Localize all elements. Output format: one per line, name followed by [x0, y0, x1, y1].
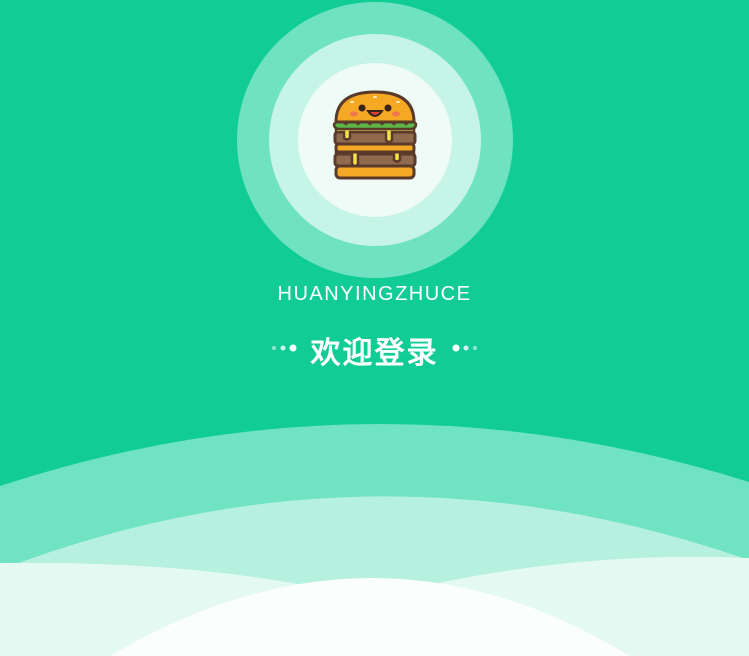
- decorative-waves: [0, 423, 749, 656]
- login-welcome-screen: HUANYINGZHUCE 欢迎登录: [0, 0, 749, 656]
